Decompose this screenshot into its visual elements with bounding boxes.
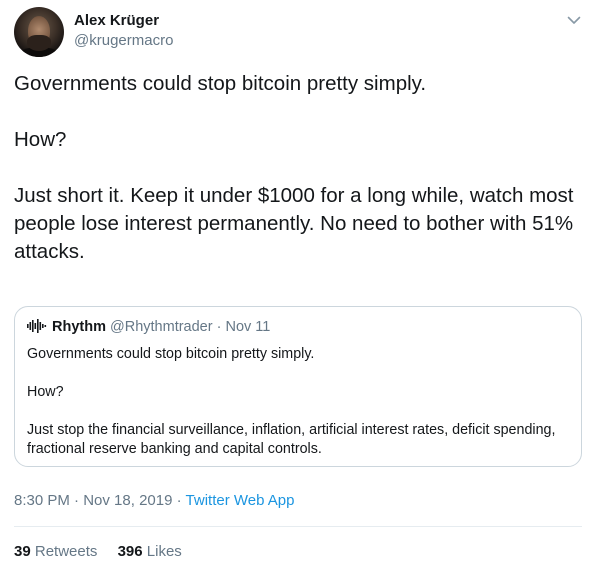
tweet-stats: 39 Retweets 396 Likes [14, 543, 198, 560]
dot-separator: · [176, 492, 182, 509]
quoted-line: How? [27, 384, 64, 400]
quoted-tweet[interactable]: Rhythm @Rhythmtrader · Nov 11 Government… [14, 306, 582, 467]
avatar[interactable] [14, 7, 64, 57]
retweets-count: 39 [14, 543, 31, 560]
quoted-tweet-text: Governments could stop bitcoin pretty si… [27, 345, 567, 459]
author-name[interactable]: Alex Krüger [74, 12, 159, 29]
tweet-date[interactable]: Nov 18, 2019 [83, 492, 172, 509]
tweet-line: Just short it. Keep it under $1000 for a… [14, 184, 574, 263]
avatar-beard [27, 35, 51, 51]
quoted-line: Just stop the financial surveillance, in… [27, 422, 556, 457]
quoted-author-name: Rhythm [52, 319, 106, 335]
retweets-label: Retweets [34, 543, 98, 560]
author-handle[interactable]: @krugermacro [74, 32, 173, 49]
waveform-logo-icon [27, 319, 47, 333]
likes-count: 396 [117, 543, 143, 560]
divider [14, 526, 582, 527]
quoted-author-handle: @Rhythmtrader [110, 319, 213, 335]
dot-separator: · [216, 319, 222, 335]
chevron-down-icon[interactable] [566, 12, 582, 28]
retweets-stat[interactable]: 39 Retweets [14, 543, 97, 560]
likes-stat[interactable]: 396 Likes [118, 543, 182, 560]
source-app-link[interactable]: Twitter Web App [186, 492, 295, 509]
tweet-meta: 8:30 PM · Nov 18, 2019 · Twitter Web App [14, 492, 294, 509]
quoted-line: Governments could stop bitcoin pretty si… [27, 346, 315, 362]
quoted-date: Nov 11 [225, 319, 271, 335]
tweet-text: Governments could stop bitcoin pretty si… [14, 70, 584, 266]
tweet-line: Governments could stop bitcoin pretty si… [14, 72, 427, 95]
tweet-line: How? [14, 128, 67, 151]
likes-label: Likes [146, 543, 182, 560]
tweet-time[interactable]: 8:30 PM [14, 492, 70, 509]
dot-separator: · [74, 492, 80, 509]
quoted-tweet-header: Rhythm @Rhythmtrader · Nov 11 [27, 319, 270, 335]
